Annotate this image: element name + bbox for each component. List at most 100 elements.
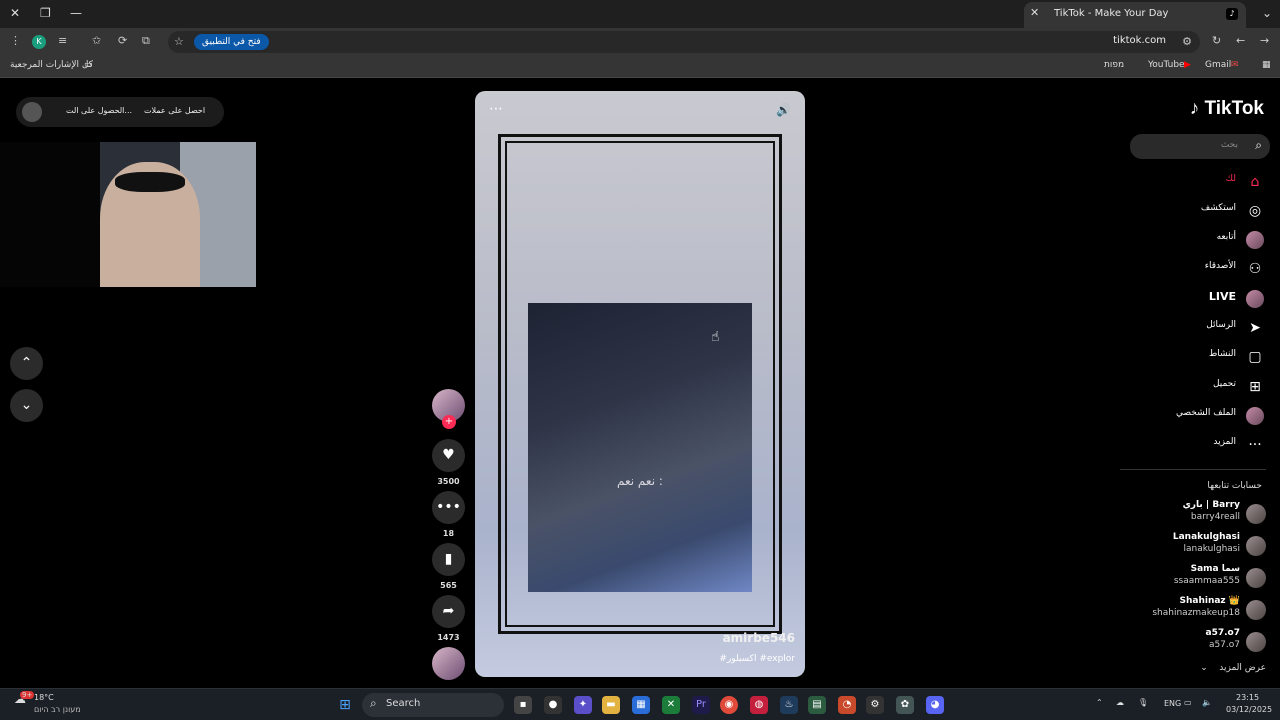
bookmark-maps[interactable]: מפות xyxy=(1104,60,1124,70)
nav-activity[interactable]: ▢ النشاط xyxy=(1134,346,1264,366)
volume-icon[interactable]: 🔊 xyxy=(776,103,791,117)
tab-tiktok[interactable]: ✕ TikTok - Make Your Day ♪ xyxy=(1024,2,1246,28)
all-bookmarks[interactable]: كل الإشارات المرجعية xyxy=(10,60,93,70)
user-avatar[interactable] xyxy=(22,102,42,122)
next-video-button[interactable]: ⌄ xyxy=(10,389,43,422)
account-item[interactable]: Shahinaz 👑 shahinazmakeup18 xyxy=(1116,596,1266,622)
see-more-link[interactable]: ⌄ عرض المزيد xyxy=(1200,663,1266,673)
nav-upload[interactable]: ⊞ تحميل xyxy=(1134,376,1264,396)
video-hashtags[interactable]: #اكسبلور #explor xyxy=(719,654,795,664)
share-icon[interactable]: ➦ xyxy=(432,595,465,628)
comment-action[interactable]: ••• 18 xyxy=(432,491,465,538)
task-view-icon[interactable]: ▪ xyxy=(514,696,532,714)
clock-date[interactable]: 03/12/2025 xyxy=(1226,705,1272,714)
store-icon[interactable]: ▦ xyxy=(632,696,650,714)
tiktok-favicon-icon: ♪ xyxy=(1226,8,1238,20)
reading-list-icon[interactable]: ≡ xyxy=(58,34,67,47)
profile-avatar[interactable]: K xyxy=(32,35,46,49)
tray-chevron-icon[interactable]: ⌃ xyxy=(1096,698,1103,707)
like-action[interactable]: ♥ 3500 xyxy=(432,439,465,486)
bookmark-icon[interactable]: ▮ xyxy=(432,543,465,576)
tiktok-logo[interactable]: ♪ TikTok xyxy=(1190,98,1264,120)
share-action[interactable]: ➦ 1473 xyxy=(432,595,465,642)
app-red-icon[interactable]: ◍ xyxy=(750,696,768,714)
heart-icon[interactable]: ♥ xyxy=(432,439,465,472)
app-orange-icon[interactable]: ◔ xyxy=(838,696,856,714)
nav-messages[interactable]: ➤ الرسائل xyxy=(1134,317,1264,337)
taskbar-search[interactable]: ⌕ Search xyxy=(362,693,504,717)
close-window-icon[interactable]: ✕ xyxy=(10,6,20,20)
copilot-icon[interactable]: ✦ xyxy=(574,696,592,714)
account-name: Shahinaz 👑 xyxy=(1179,596,1240,606)
file-explorer-icon[interactable]: ▬ xyxy=(602,696,620,714)
premiere-icon[interactable]: Pr xyxy=(692,696,710,714)
settings-icon[interactable]: ⚙ xyxy=(866,696,884,714)
account-item[interactable]: Lanakulghasi lanakulghasi xyxy=(1116,532,1266,558)
site-settings-icon[interactable]: ⚙ xyxy=(1182,35,1192,48)
volume-icon[interactable]: 🔈 xyxy=(1202,698,1212,707)
windows-start-icon[interactable]: ⊞ xyxy=(336,696,354,714)
extensions-icon[interactable]: ⟳ xyxy=(118,34,127,47)
author-avatar-button[interactable]: + xyxy=(432,389,465,429)
apps-grid-icon[interactable]: ▦ xyxy=(1262,60,1271,70)
menu-icon[interactable]: ⋮ xyxy=(10,34,21,47)
logo-text: TikTok xyxy=(1204,98,1264,119)
microphone-icon[interactable]: 🎙 xyxy=(1138,698,1148,707)
taskbar-search-label: Search xyxy=(386,698,421,709)
nav-profile[interactable]: الملف الشخصي xyxy=(1134,405,1264,425)
weather-temp[interactable]: 18°C xyxy=(34,693,54,702)
language-indicator[interactable]: ENG xyxy=(1164,699,1181,708)
bookmark-youtube[interactable]: YouTube xyxy=(1148,60,1185,70)
translate-icon[interactable]: ⧉ xyxy=(142,34,150,48)
reload-icon[interactable]: ↻ xyxy=(1212,34,1221,47)
tab-search-icon[interactable]: ⌄ xyxy=(1262,6,1272,20)
save-action[interactable]: ▮ 565 xyxy=(432,543,465,590)
nav-explore[interactable]: ◎ استكشف xyxy=(1134,200,1264,220)
back-icon[interactable]: ← xyxy=(1236,34,1245,47)
nav-friends[interactable]: ⚇ الأصدقاء xyxy=(1134,258,1264,278)
music-disc-avatar[interactable] xyxy=(432,647,465,680)
inbox-icon: ▢ xyxy=(1248,349,1262,365)
follow-plus-icon[interactable]: + xyxy=(442,415,456,429)
account-item[interactable]: a57.o7 a57.o7 xyxy=(1116,628,1266,654)
nav-following[interactable]: أتابعه xyxy=(1134,229,1264,249)
account-item[interactable]: باري | Barry barry4reall xyxy=(1116,500,1266,526)
more-icon: ··· xyxy=(1248,437,1262,453)
minimize-window-icon[interactable]: — xyxy=(70,6,82,20)
chrome-icon[interactable]: ◉ xyxy=(720,696,738,714)
bookmark-star-icon[interactable]: ☆ xyxy=(174,35,184,48)
comment-count: 18 xyxy=(442,529,455,538)
open-in-app-button[interactable]: فتح في التطبيق xyxy=(194,34,269,50)
previous-video-button[interactable]: ⌃ xyxy=(10,347,43,380)
tab-close-icon[interactable]: ✕ xyxy=(1030,6,1039,19)
nav-more[interactable]: ··· المزيد xyxy=(1134,434,1264,454)
gear-icon[interactable]: ✿ xyxy=(896,696,914,714)
video-author[interactable]: amirbe546 xyxy=(723,631,795,645)
xbox-icon[interactable]: ✕ xyxy=(662,696,680,714)
comment-icon[interactable]: ••• xyxy=(432,491,465,524)
network-icon[interactable]: ▭ xyxy=(1184,698,1192,707)
get-app-link[interactable]: الحصول على الت... xyxy=(66,106,132,115)
video-player[interactable]: ⋯ 🔊 نعم نعم : ☝ amirbe546 #اكسبلور #expl… xyxy=(475,91,805,677)
nav-live[interactable]: LIVE xyxy=(1134,288,1264,308)
url-text[interactable]: tiktok.com xyxy=(1113,35,1166,46)
clock-time[interactable]: 23:15 xyxy=(1236,693,1259,702)
music-disc[interactable] xyxy=(432,647,465,680)
forward-icon[interactable]: → xyxy=(1260,34,1269,47)
video-more-icon[interactable]: ⋯ xyxy=(489,101,503,117)
nav-for-you[interactable]: ⌂ لك xyxy=(1134,171,1264,191)
discord-icon[interactable]: ◕ xyxy=(926,696,944,714)
app-icon[interactable]: ● xyxy=(544,696,562,714)
search-icon[interactable]: ⌕ xyxy=(1255,138,1262,153)
bookmark-gmail[interactable]: Gmail xyxy=(1205,60,1231,70)
favorites-icon[interactable]: ✩ xyxy=(92,34,101,47)
search-input[interactable]: بحث ⌕ xyxy=(1130,134,1270,159)
weather-description[interactable]: מעונן רב היום xyxy=(34,705,81,714)
steam-icon[interactable]: ♨ xyxy=(780,696,798,714)
address-bar[interactable]: ☆ فتح في التطبيق tiktok.com ⚙ xyxy=(168,31,1200,53)
get-coins-link[interactable]: احصل على عملات xyxy=(144,106,205,115)
onedrive-icon[interactable]: ☁ xyxy=(1116,698,1124,707)
restore-window-icon[interactable]: ❐ xyxy=(40,6,51,20)
app-green-icon[interactable]: ▤ xyxy=(808,696,826,714)
account-item[interactable]: Sama سما ssaammaa555 xyxy=(1116,564,1266,590)
